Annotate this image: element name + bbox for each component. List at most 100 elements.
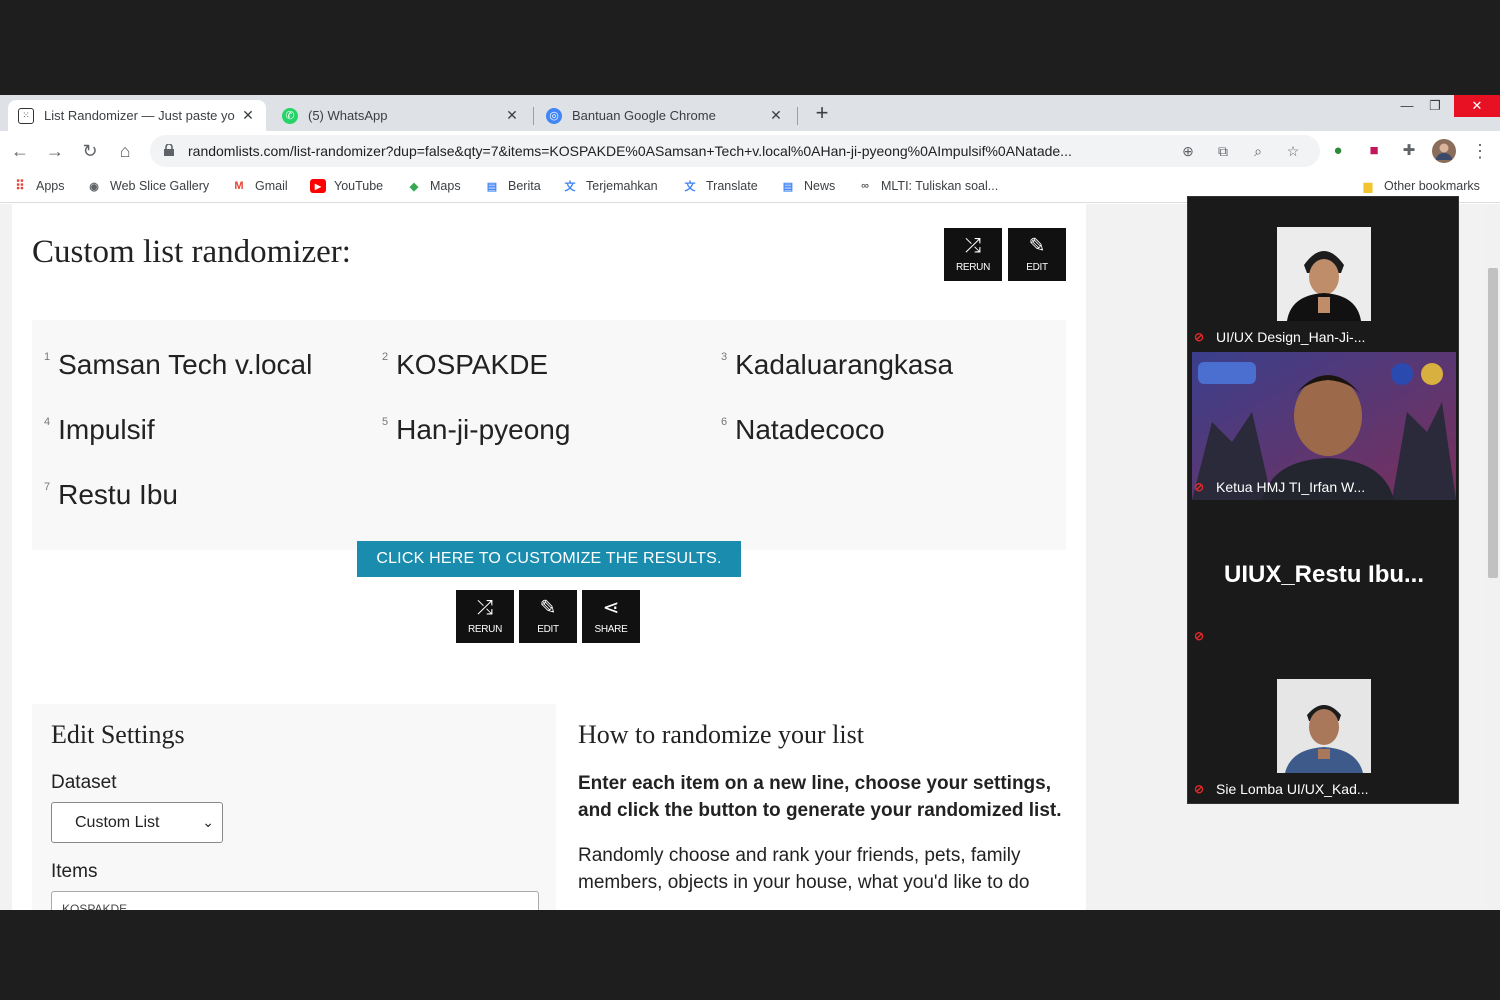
browser-toolbar: ← → ↻ ⌂ randomlists.com/list-randomizer?…	[0, 131, 1500, 171]
bookmark-label: Terjemahkan	[586, 179, 658, 193]
meeting-participants-panel: ⊘ UI/UX Design_Han-Ji-... ⊘ Ketua HMJ TI…	[1187, 196, 1459, 804]
bookmark-terjemahkan[interactable]: 文 Terjemahkan	[562, 179, 658, 193]
translate-icon: 文	[564, 181, 576, 193]
items-textarea[interactable]: KOSPAKDE	[51, 891, 539, 910]
item-number: 4	[44, 416, 51, 428]
participant-video-active	[1192, 352, 1456, 500]
bookmark-mlti[interactable]: ∞ MLTI: Tuliskan soal...	[857, 179, 998, 193]
item-text: Kadaluarangkasa	[735, 349, 954, 380]
translate-icon: 文	[684, 181, 696, 193]
items-label: Items	[51, 861, 98, 882]
address-bar[interactable]: randomlists.com/list-randomizer?dup=fals…	[150, 135, 1320, 167]
bookmark-web-slice-gallery[interactable]: ◉ Web Slice Gallery	[86, 179, 209, 193]
close-tab-icon[interactable]: ✕	[504, 107, 520, 124]
main-content: Custom list randomizer: ⤮ RERUN ✎ EDIT 1…	[12, 204, 1086, 910]
list-item: 7 Restu Ibu	[44, 479, 178, 511]
bookmark-label: Translate	[706, 179, 758, 193]
profile-avatar[interactable]	[1432, 139, 1456, 163]
back-icon[interactable]: ←	[8, 139, 32, 163]
customize-results-button[interactable]: CLICK HERE TO CUSTOMIZE THE RESULTS.	[357, 541, 741, 577]
item-text: Restu Ibu	[58, 479, 178, 510]
lock-icon[interactable]	[164, 144, 174, 156]
home-icon[interactable]: ⌂	[113, 139, 137, 163]
dataset-label: Dataset	[51, 772, 117, 793]
tab-whatsapp[interactable]: ✆ (5) WhatsApp ✕	[272, 100, 530, 131]
extension-x-icon[interactable]: ■	[1362, 139, 1386, 163]
close-tab-icon[interactable]: ✕	[768, 107, 784, 124]
rerun-button-top[interactable]: ⤮ RERUN	[944, 228, 1002, 281]
url-text[interactable]: randomlists.com/list-randomizer?dup=fals…	[188, 143, 1173, 159]
muted-mic-icon: ⊘	[1194, 330, 1205, 344]
item-number: 7	[44, 481, 51, 493]
bookmark-label: Maps	[430, 179, 461, 193]
whatsapp-icon: ✆	[282, 107, 298, 124]
item-number: 2	[382, 351, 389, 363]
participant-name-text: Ketua HMJ TI_Irfan W...	[1216, 479, 1366, 495]
scrollbar-thumb[interactable]	[1488, 268, 1498, 578]
new-tab-icon[interactable]: +	[810, 102, 834, 126]
bookmark-star-icon[interactable]: ☆	[1283, 141, 1303, 161]
apps-grid-icon: ⠿	[15, 178, 25, 193]
shuffle-icon: ⤮	[477, 597, 493, 619]
pencil-icon: ✎	[1028, 235, 1046, 257]
zoom-icon[interactable]: ⌕	[1248, 141, 1268, 161]
randomizer-favicon-icon: ⁙	[18, 107, 34, 124]
item-number: 5	[382, 416, 389, 428]
button-label: EDIT	[537, 624, 559, 635]
dataset-select[interactable]: Custom List ⌄	[51, 802, 223, 843]
list-item: 3 Kadaluarangkasa	[721, 349, 953, 381]
rerun-button[interactable]: ⤮ RERUN	[456, 590, 514, 643]
tab-separator	[533, 107, 534, 125]
muted-mic-icon: ⊘	[1194, 782, 1205, 796]
extensions-puzzle-icon[interactable]: ✚	[1397, 139, 1421, 163]
bookmark-gmail[interactable]: M Gmail	[231, 179, 287, 193]
translate-icon[interactable]: ⧉	[1213, 141, 1233, 161]
button-label: SHARE	[594, 624, 628, 635]
window-close-icon[interactable]: ✕	[1454, 95, 1500, 117]
tab-strip: ⁙ List Randomizer — Just paste yo ✕ ✆ (5…	[0, 95, 1500, 131]
button-label: RERUN	[467, 624, 503, 635]
participant-video	[1277, 227, 1371, 321]
other-bookmarks[interactable]: ▆ Other bookmarks	[1360, 179, 1480, 193]
howto-heading: How to randomize your list	[578, 720, 864, 749]
bookmark-maps[interactable]: ◆ Maps	[406, 179, 461, 193]
bookmark-label: Other bookmarks	[1384, 179, 1480, 193]
bookmark-apps[interactable]: ⠿ Apps	[12, 178, 65, 193]
shuffle-icon: ⤮	[965, 235, 981, 257]
close-tab-icon[interactable]: ✕	[240, 107, 256, 124]
participant-name: ⊘ Ketua HMJ TI_Irfan W...	[1194, 479, 1365, 495]
link-icon: ∞	[861, 180, 869, 192]
item-number: 3	[721, 351, 728, 363]
news-icon: ▤	[782, 180, 794, 193]
extension-globe-icon[interactable]: ●	[1326, 139, 1350, 163]
bookmark-youtube[interactable]: ▶ YouTube	[310, 179, 383, 193]
folder-icon: ▆	[1363, 180, 1373, 193]
bookmark-translate[interactable]: 文 Translate	[682, 179, 758, 193]
gmail-icon: M	[234, 180, 244, 192]
forward-icon[interactable]: →	[43, 139, 67, 163]
edit-button[interactable]: ✎ EDIT	[519, 590, 577, 643]
reload-icon[interactable]: ↻	[78, 139, 102, 163]
youtube-icon: ▶	[310, 179, 326, 193]
edit-settings-panel: Edit Settings Dataset Custom List ⌄ Item…	[32, 704, 556, 910]
button-label: EDIT	[1026, 262, 1048, 273]
edit-button-top[interactable]: ✎ EDIT	[1008, 228, 1066, 281]
bookmark-label: Apps	[36, 179, 65, 193]
menu-kebab-icon[interactable]: ⋮	[1468, 139, 1492, 163]
edit-settings-heading: Edit Settings	[51, 720, 185, 749]
tab-chrome-help[interactable]: ◎ Bantuan Google Chrome ✕	[536, 100, 794, 131]
dataset-selected-value: Custom List	[75, 814, 160, 831]
list-item: 4 Impulsif	[44, 414, 155, 446]
howto-instructions: Enter each item on a new line, choose yo…	[578, 773, 1062, 821]
list-item: 2 KOSPAKDE	[382, 349, 548, 381]
share-button[interactable]: ⋖ SHARE	[582, 590, 640, 643]
tab-list-randomizer[interactable]: ⁙ List Randomizer — Just paste yo ✕	[8, 100, 266, 131]
restore-icon[interactable]: ❐	[1412, 95, 1458, 117]
install-icon[interactable]: ⊕	[1178, 141, 1198, 161]
bookmark-label: Berita	[508, 179, 541, 193]
bookmark-berita[interactable]: ▤ Berita	[484, 179, 541, 193]
results-list: 1 Samsan Tech v.local 2 KOSPAKDE 3 Kadaluar…	[32, 320, 1066, 550]
tab-label: Bantuan Google Chrome	[572, 108, 716, 123]
page-scrollbar[interactable]	[1486, 204, 1500, 910]
bookmark-news[interactable]: ▤ News	[780, 179, 835, 193]
